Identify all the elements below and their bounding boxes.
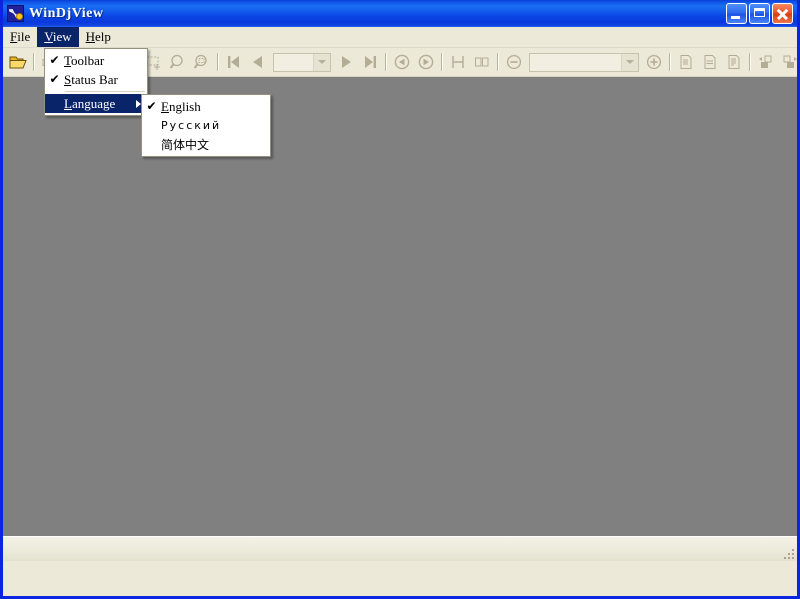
- rotate-right-icon: [783, 55, 797, 68]
- menu-item-file[interactable]: File: [3, 27, 37, 47]
- previous-page-button[interactable]: [246, 50, 270, 74]
- toolbar-separator: [385, 53, 387, 71]
- menu-item-status-bar-label: Status Bar: [64, 71, 118, 87]
- open-folder-icon: [9, 56, 27, 69]
- menu-item-russian[interactable]: Русский: [142, 116, 270, 135]
- go-back-button[interactable]: [390, 50, 414, 74]
- actual-size-button[interactable]: [722, 50, 746, 74]
- zoom-rect-tool-button[interactable]: [190, 50, 214, 74]
- application-window: WinDjView File View Help ✔ Toolbar ✔ Sta…: [0, 0, 800, 599]
- fit-width-button[interactable]: [698, 50, 722, 74]
- zoom-out-button[interactable]: [502, 50, 526, 74]
- menu-item-english[interactable]: ✔ English: [142, 97, 270, 116]
- fit-page-button[interactable]: [674, 50, 698, 74]
- magnifier-rect-icon: [193, 54, 207, 69]
- go-forward-button[interactable]: [414, 50, 438, 74]
- maximize-button[interactable]: [749, 3, 770, 24]
- last-page-button[interactable]: [358, 50, 382, 74]
- forward-arrow-icon: [418, 54, 434, 70]
- open-file-button[interactable]: [6, 50, 30, 74]
- rotate-right-button[interactable]: [778, 50, 797, 74]
- back-arrow-icon: [394, 54, 410, 70]
- zoom-in-button[interactable]: [642, 50, 666, 74]
- actual-size-icon: [728, 55, 740, 69]
- title-bar: WinDjView: [3, 0, 797, 27]
- check-icon: ✔: [146, 99, 157, 113]
- next-page-button[interactable]: [334, 50, 358, 74]
- check-icon: ✔: [49, 72, 60, 86]
- last-page-icon: [365, 56, 376, 68]
- toolbar-separator: [441, 53, 443, 71]
- first-page-button[interactable]: [222, 50, 246, 74]
- status-bar: [3, 536, 797, 561]
- single-page-icon: [452, 56, 464, 68]
- chevron-down-icon[interactable]: [621, 53, 638, 71]
- fit-page-icon: [680, 55, 692, 69]
- resize-grip[interactable]: [781, 546, 795, 560]
- toolbar-separator: [669, 53, 671, 71]
- view-dropdown-menu: ✔ Toolbar ✔ Status Bar Language: [44, 48, 148, 116]
- zoom-out-icon: [506, 54, 522, 70]
- first-page-icon: [228, 56, 239, 68]
- window-title: WinDjView: [29, 5, 104, 21]
- single-page-layout-button[interactable]: [446, 50, 470, 74]
- chevron-down-icon[interactable]: [313, 53, 330, 71]
- menu-item-english-label: English: [161, 98, 201, 114]
- zoom-level-input[interactable]: [530, 53, 621, 71]
- check-icon: ✔: [49, 53, 60, 67]
- fit-width-icon: [704, 55, 716, 69]
- menu-item-russian-label: Русский: [161, 119, 222, 132]
- windjview-app-icon: [7, 5, 24, 22]
- toolbar-separator: [217, 53, 219, 71]
- caption-button-group: [726, 3, 793, 24]
- previous-page-icon: [253, 56, 262, 68]
- menu-item-chinese-simplified[interactable]: 简体中文: [142, 135, 270, 154]
- zoom-tool-button[interactable]: [166, 50, 190, 74]
- page-number-combo[interactable]: [273, 52, 331, 72]
- menu-item-view[interactable]: View: [37, 27, 79, 47]
- menu-item-toolbar[interactable]: ✔ Toolbar: [45, 51, 147, 70]
- rotate-left-button[interactable]: [754, 50, 778, 74]
- minimize-button[interactable]: [726, 3, 747, 24]
- menu-separator: [65, 91, 145, 92]
- menu-item-language-label: Language: [64, 95, 116, 111]
- toolbar-separator: [33, 53, 35, 71]
- menu-item-status-bar[interactable]: ✔ Status Bar: [45, 70, 147, 89]
- menu-item-language[interactable]: Language: [45, 94, 147, 113]
- page-number-input[interactable]: [274, 53, 313, 71]
- menu-item-chinese-simplified-label: 简体中文: [161, 138, 210, 152]
- next-page-icon: [342, 56, 351, 68]
- toolbar-separator: [497, 53, 499, 71]
- zoom-in-icon: [646, 54, 662, 70]
- toolbar-separator: [749, 53, 751, 71]
- zoom-level-combo[interactable]: [529, 52, 639, 72]
- facing-pages-icon: [475, 57, 489, 67]
- menu-bar: File View Help: [3, 27, 797, 48]
- menu-item-help[interactable]: Help: [79, 27, 118, 47]
- menu-item-toolbar-label: Toolbar: [64, 52, 105, 68]
- app-icon-dot: [17, 14, 22, 19]
- magnifier-icon: [169, 54, 183, 69]
- rotate-left-icon: [759, 55, 772, 68]
- close-button[interactable]: [772, 3, 793, 24]
- language-submenu: ✔ English Русский 简体中文: [141, 94, 271, 157]
- document-view-area[interactable]: [3, 77, 797, 536]
- facing-pages-layout-button[interactable]: [470, 50, 494, 74]
